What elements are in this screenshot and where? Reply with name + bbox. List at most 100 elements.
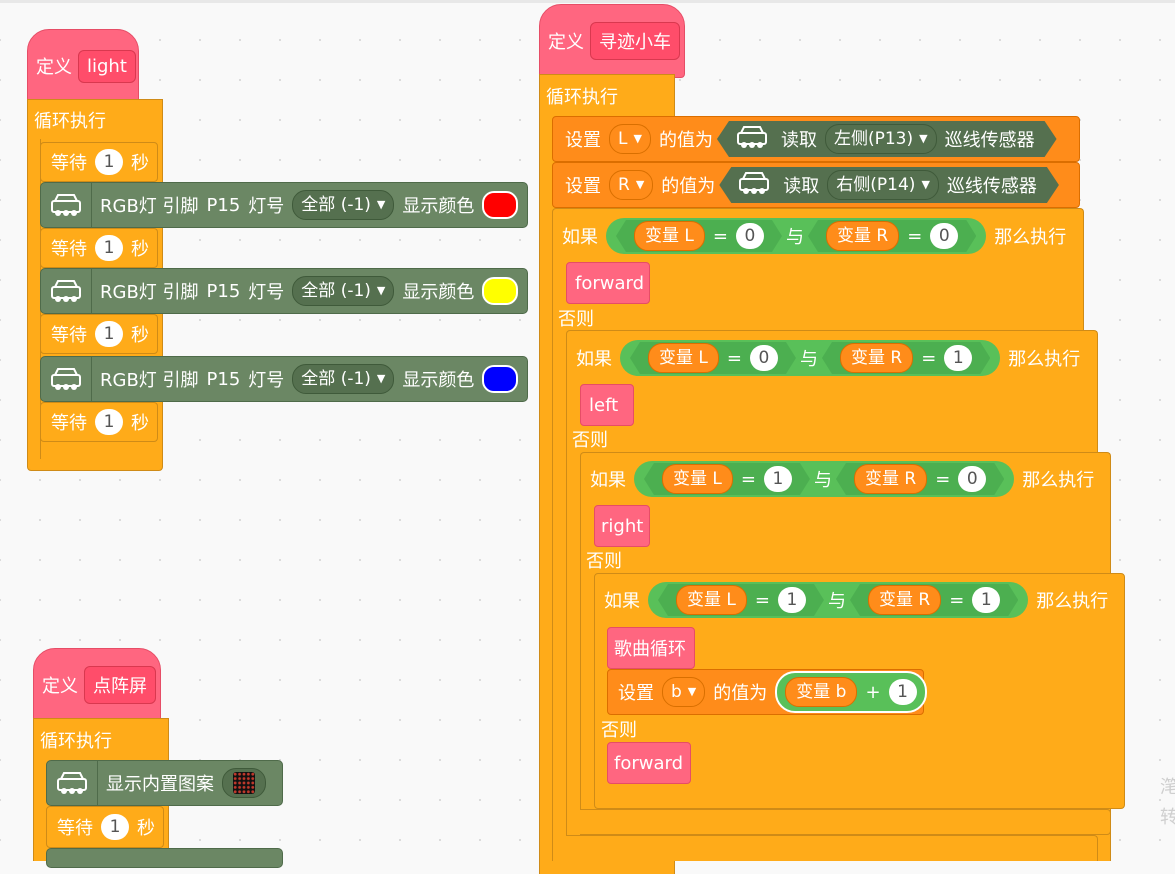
pin-label: P15 (206, 194, 241, 216)
forever-label: 循环执行 (40, 730, 112, 752)
rgb-led-block-red[interactable]: RGB灯 引脚 P15 灯号 全部 (-1) ▼ 显示颜色 (40, 182, 528, 228)
seconds-label: 秒 (131, 413, 149, 434)
color-swatch-red[interactable] (482, 191, 519, 219)
define-label: 定义 (548, 32, 584, 53)
wait-block[interactable]: 等待 1 秒 (40, 228, 158, 268)
wait-seconds-input[interactable]: 1 (95, 409, 123, 435)
dropdown-value: 全部 (-1) (301, 195, 371, 215)
rgb-led-block-yellow[interactable]: RGB灯 引脚 P15 灯号 全部 (-1) ▼ 显示颜色 (40, 268, 528, 314)
wait-label: 等待 (51, 239, 87, 260)
variable-dropdown[interactable]: b ▼ (662, 677, 706, 707)
robot-car-icon (47, 761, 98, 805)
sensor-side-dropdown[interactable]: 右侧(P14) ▼ (827, 170, 939, 200)
variable-reporter[interactable]: 变量 R (840, 343, 913, 373)
equals-operator[interactable]: 变量 R = 0 (808, 220, 976, 252)
if-block-1[interactable]: 如果 变量 L = 0 与 变量 R = 0 那么执行 (552, 210, 1084, 262)
then-label: 那么执行 (1022, 470, 1095, 491)
set-R-block[interactable]: 设置 R ▼ 的值为 读取 右侧(P14) ▼ 巡线传感器 (552, 162, 1080, 208)
and-condition[interactable]: 变量 L = 1 与 变量 R = 1 (648, 582, 1029, 618)
variable-reporter[interactable]: 变量 L (662, 464, 733, 494)
equals-label: = (754, 589, 770, 611)
wait-seconds-input[interactable]: 1 (101, 814, 129, 840)
else-label: 否则 (572, 430, 608, 451)
if-block-3[interactable]: 如果 变量 L = 1 与 变量 R = 0 那么执行 (580, 453, 1111, 505)
pattern-dropdown[interactable] (222, 768, 266, 798)
and-condition[interactable]: 变量 L = 0 与 变量 R = 1 (620, 340, 1001, 376)
color-swatch-yellow[interactable] (482, 277, 519, 305)
number-input[interactable]: 1 (888, 679, 917, 705)
number-input[interactable]: 0 (750, 345, 778, 371)
call-right-block[interactable]: right (594, 505, 650, 547)
led-number-label: 灯号 (248, 282, 285, 303)
call-forward-block-2[interactable]: forward (607, 742, 691, 784)
define-track-car-hat[interactable]: 定义 寻迹小车 (539, 4, 685, 78)
number-input[interactable]: 1 (764, 466, 792, 492)
dropdown-value: b (671, 682, 682, 702)
color-swatch-blue[interactable] (482, 365, 519, 393)
number-input[interactable]: 1 (778, 587, 806, 613)
number-input[interactable]: 1 (972, 587, 1000, 613)
procedure-name-track-car[interactable]: 寻迹小车 (590, 22, 680, 60)
procedure-name-light[interactable]: light (78, 49, 136, 83)
number-input[interactable]: 0 (930, 223, 958, 249)
number-input[interactable]: 0 (736, 223, 764, 249)
number-input[interactable]: 1 (944, 345, 972, 371)
wait-block[interactable]: 等待 1 秒 (40, 142, 158, 182)
call-forward-block[interactable]: forward (566, 262, 650, 304)
dropdown-caret-icon: ▼ (633, 132, 642, 145)
read-sensor-reporter[interactable]: 读取 左侧(P13) ▼ 巡线传感器 (717, 121, 1057, 157)
call-song-loop-block[interactable]: 歌曲循环 (607, 627, 695, 669)
else-label: 否则 (558, 309, 594, 330)
wait-seconds-input[interactable]: 1 (95, 235, 123, 261)
variable-reporter[interactable]: 变量 b (785, 677, 858, 707)
wait-block[interactable]: 等待 1 秒 (40, 314, 158, 354)
equals-operator[interactable]: 变量 R = 0 (836, 463, 1004, 495)
sensor-label: 巡线传感器 (946, 176, 1037, 197)
forever-block-track[interactable]: 循环执行 (539, 74, 675, 116)
set-L-block[interactable]: 设置 L ▼ 的值为 读取 左侧(P13) ▼ 巡线传感器 (552, 116, 1080, 162)
wait-block[interactable]: 等待 1 秒 (40, 402, 158, 442)
and-condition[interactable]: 变量 L = 1 与 变量 R = 0 (634, 461, 1015, 497)
led-number-dropdown[interactable]: 全部 (-1) ▼ (292, 276, 395, 306)
variable-reporter[interactable]: 变量 L (648, 343, 719, 373)
led-number-dropdown[interactable]: 全部 (-1) ▼ (292, 190, 395, 220)
wait-seconds-input[interactable]: 1 (95, 321, 123, 347)
wait-block[interactable]: 等待 1 秒 (46, 806, 164, 848)
variable-reporter[interactable]: 变量 L (676, 585, 747, 615)
equals-operator[interactable]: 变量 R = 1 (850, 584, 1018, 616)
sensor-side-dropdown[interactable]: 左侧(P13) ▼ (825, 124, 937, 154)
add-operator[interactable]: 变量 b + 1 (775, 671, 927, 713)
if-block-2[interactable]: 如果 变量 L = 0 与 变量 R = 1 那么执行 (566, 332, 1098, 384)
call-label: forward (575, 272, 645, 294)
equals-operator[interactable]: 变量 L = 0 (616, 220, 782, 252)
forever-block-matrix[interactable]: 循环执行 (33, 718, 169, 760)
led-number-dropdown[interactable]: 全部 (-1) ▼ (292, 364, 395, 394)
and-condition[interactable]: 变量 L = 0 与 变量 R = 0 (606, 218, 987, 254)
wait-seconds-input[interactable]: 1 (95, 149, 123, 175)
define-dot-matrix-hat[interactable]: 定义 点阵屏 (33, 648, 161, 722)
variable-reporter[interactable]: 变量 R (854, 464, 927, 494)
robot-car-icon (41, 357, 92, 401)
define-light-hat[interactable]: 定义 light (27, 29, 139, 103)
rgb-led-block-blue[interactable]: RGB灯 引脚 P15 灯号 全部 (-1) ▼ 显示颜色 (40, 356, 528, 402)
show-pattern-block[interactable]: 显示内置图案 (46, 760, 283, 806)
set-b-block[interactable]: 设置 b ▼ 的值为 变量 b + 1 (607, 669, 927, 715)
equals-operator[interactable]: 变量 L = 1 (644, 463, 810, 495)
extension-block-partial[interactable] (46, 848, 283, 868)
equals-operator[interactable]: 变量 L = 1 (658, 584, 824, 616)
if-block-4[interactable]: 如果 变量 L = 1 与 变量 R = 1 那么执行 (594, 574, 1125, 626)
forever-block-light[interactable]: 循环执行 (27, 99, 163, 139)
variable-dropdown[interactable]: L ▼ (609, 124, 651, 154)
variable-dropdown[interactable]: R ▼ (609, 170, 654, 200)
number-input[interactable]: 0 (958, 466, 986, 492)
equals-operator[interactable]: 变量 L = 0 (630, 342, 796, 374)
show-color-label: 显示颜色 (402, 196, 475, 217)
variable-reporter[interactable]: 变量 R (826, 221, 899, 251)
equals-operator[interactable]: 变量 R = 1 (822, 342, 990, 374)
variable-reporter[interactable]: 变量 L (634, 221, 705, 251)
read-sensor-reporter[interactable]: 读取 右侧(P14) ▼ 巡线传感器 (719, 167, 1059, 203)
call-left-block[interactable]: left (580, 384, 634, 426)
procedure-name-dot-matrix[interactable]: 点阵屏 (84, 666, 156, 704)
pin-label: P15 (206, 368, 241, 390)
variable-reporter[interactable]: 变量 R (868, 585, 941, 615)
